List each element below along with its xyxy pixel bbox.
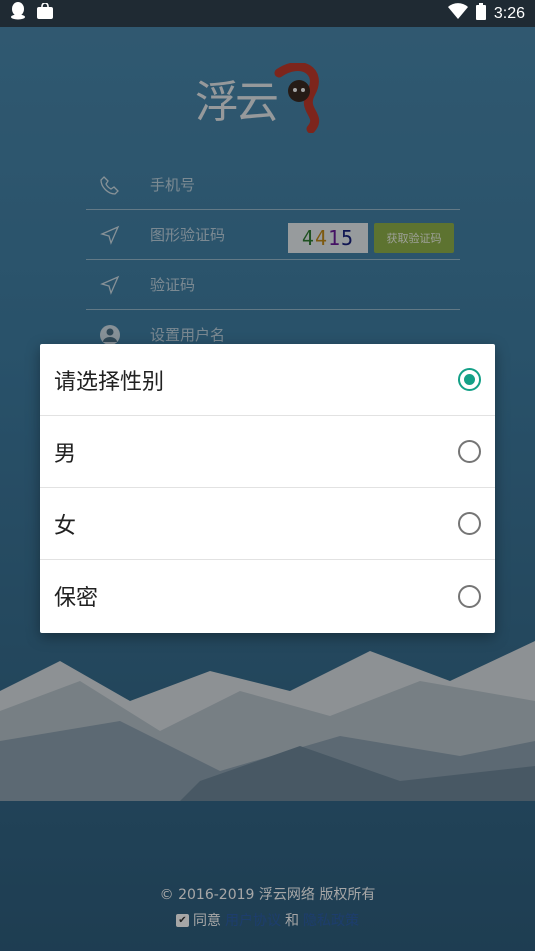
gender-dialog: 请选择性别 男 女 保密 [40, 344, 495, 633]
radio-icon[interactable] [458, 512, 481, 535]
dialog-title: 请选择性别 [54, 369, 165, 395]
radio-icon[interactable] [458, 584, 481, 608]
bag-icon [36, 2, 54, 24]
option-label: 女 [54, 513, 77, 539]
gender-option-male[interactable]: 男 [40, 416, 495, 488]
battery-icon [475, 2, 486, 25]
option-label: 男 [54, 441, 77, 467]
gender-option-female[interactable]: 女 [40, 488, 495, 560]
gender-option-prompt[interactable]: 请选择性别 [40, 344, 495, 416]
option-label: 保密 [54, 586, 99, 611]
clock: 3:26 [493, 4, 525, 22]
qq-icon [10, 2, 26, 25]
status-bar: 3:26 [0, 0, 535, 27]
radio-icon[interactable] [458, 440, 481, 463]
wifi-icon [447, 3, 468, 24]
gender-option-secret[interactable]: 保密 [40, 560, 495, 632]
radio-selected-icon[interactable] [458, 368, 481, 391]
